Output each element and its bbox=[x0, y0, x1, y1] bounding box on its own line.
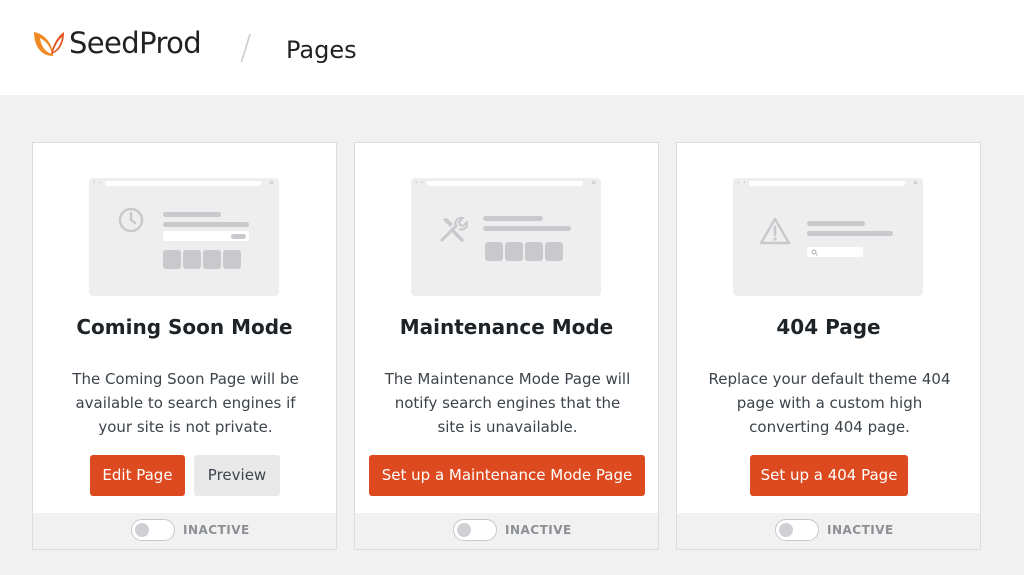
card-title: Maintenance Mode bbox=[399, 315, 614, 339]
seedprod-leaf-icon bbox=[34, 32, 64, 56]
setup-maintenance-button[interactable]: Set up a Maintenance Mode Page bbox=[369, 455, 645, 496]
card-footer: INACTIVE bbox=[677, 513, 980, 549]
preview-button[interactable]: Preview bbox=[194, 455, 280, 496]
clock-icon bbox=[118, 207, 144, 233]
404-card: ‹ › ≡ 404 Page Replace your default theme… bbox=[676, 142, 981, 550]
404-toggle[interactable] bbox=[775, 519, 819, 541]
page-title: Pages bbox=[286, 36, 357, 64]
card-title: 404 Page bbox=[776, 315, 881, 339]
status-label: INACTIVE bbox=[183, 523, 250, 537]
setup-404-button[interactable]: Set up a 404 Page bbox=[750, 455, 908, 496]
card-description: Replace your default theme 404 page with… bbox=[708, 370, 951, 436]
brand-name: SeedProd bbox=[69, 26, 202, 60]
status-label: INACTIVE bbox=[505, 523, 572, 537]
card-footer: INACTIVE bbox=[33, 513, 336, 549]
tools-icon bbox=[440, 216, 468, 242]
status-label: INACTIVE bbox=[827, 523, 894, 537]
card-description: The Maintenance Mode Page will notify se… bbox=[384, 370, 631, 436]
maintenance-card: ‹ › ≡ Maintenance Mode The Maintenance Mo… bbox=[354, 142, 659, 550]
maintenance-illustration: ‹ › ≡ bbox=[411, 178, 601, 296]
top-bar: SeedProd / Pages bbox=[0, 0, 1024, 95]
card-description: The Coming Soon Page will be available t… bbox=[72, 370, 299, 436]
breadcrumb-separator: / bbox=[240, 28, 252, 68]
warning-icon bbox=[759, 217, 791, 245]
card-footer: INACTIVE bbox=[355, 513, 658, 549]
edit-page-button[interactable]: Edit Page bbox=[90, 455, 185, 496]
coming-soon-toggle[interactable] bbox=[131, 519, 175, 541]
card-title: Coming Soon Mode bbox=[76, 315, 293, 339]
search-icon bbox=[811, 249, 818, 256]
404-illustration: ‹ › ≡ bbox=[733, 178, 923, 296]
coming-soon-card: ‹ › ≡ Coming Soon Mode The Coming Soon Pa… bbox=[32, 142, 337, 550]
seedprod-logo[interactable]: SeedProd bbox=[31, 26, 202, 60]
coming-soon-illustration: ‹ › ≡ bbox=[89, 178, 279, 296]
maintenance-toggle[interactable] bbox=[453, 519, 497, 541]
